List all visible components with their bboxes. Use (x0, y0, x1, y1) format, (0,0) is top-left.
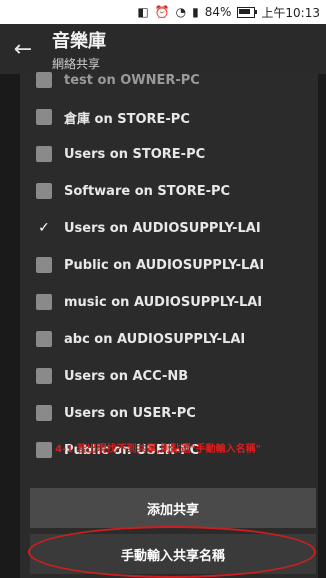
page-title: 音樂庫 (52, 30, 106, 52)
share-item-label: Public on AUDIOSUPPLY-LAI (64, 257, 265, 273)
status-bar: ◧ ⏰ ◔ ▮ 84% 上午10:13 (0, 0, 326, 24)
battery-percent: 84% (204, 5, 232, 19)
status-time: 上午10:13 (261, 5, 320, 20)
share-item[interactable]: 倉庫 on STORE-PC (20, 99, 318, 135)
checkbox-unchecked-icon[interactable] (36, 72, 52, 88)
tutorial-annotation: 4-1 若出現找不到共享,則點選"手動輸入名稱" (55, 444, 261, 455)
share-item-label: test on OWNER-PC (64, 72, 200, 88)
share-item[interactable]: test on OWNER-PC (20, 62, 318, 98)
share-item[interactable]: music on AUDIOSUPPLY-LAI (20, 284, 318, 320)
share-item-label: Software on STORE-PC (64, 183, 231, 199)
share-item[interactable]: ✓ Users on AUDIOSUPPLY-LAI (20, 210, 318, 246)
share-item[interactable]: Software on STORE-PC (20, 173, 318, 209)
checkbox-unchecked-icon[interactable] (36, 257, 52, 273)
share-picker-dialog: test on OWNER-PC 倉庫 on STORE-PC Users on S… (20, 72, 318, 578)
share-item-label: Users on USER-PC (64, 405, 196, 421)
checkbox-checked-icon[interactable]: ✓ (36, 220, 52, 236)
share-item-label: Users on STORE-PC (64, 146, 206, 162)
signal-icon: ▮ (192, 5, 199, 19)
share-item[interactable]: Public on AUDIOSUPPLY-LAI (20, 247, 318, 283)
share-item[interactable]: abc on AUDIOSUPPLY-LAI (20, 321, 318, 357)
checkbox-unchecked-icon[interactable] (36, 368, 52, 384)
share-item[interactable]: Users on STORE-PC (20, 136, 318, 172)
checkbox-unchecked-icon[interactable] (36, 146, 52, 162)
checkbox-unchecked-icon[interactable] (36, 405, 52, 421)
share-item-label: 倉庫 on STORE-PC (64, 111, 190, 127)
wifi-icon: ◔ (175, 5, 187, 19)
alarm-icon: ⏰ (154, 5, 170, 19)
nfc-icon: ◧ (137, 5, 149, 19)
share-item-label: abc on AUDIOSUPPLY-LAI (64, 331, 246, 347)
checkbox-unchecked-icon[interactable] (36, 294, 52, 310)
battery-icon (237, 6, 258, 18)
share-item-label: Users on AUDIOSUPPLY-LAI (64, 220, 261, 236)
checkbox-unchecked-icon[interactable] (36, 331, 52, 347)
share-item-label: Users on ACC-NB (64, 368, 189, 384)
add-share-button[interactable]: 添加共享 (30, 488, 316, 528)
share-item[interactable]: Users on ACC-NB (20, 358, 318, 394)
share-item-label: music on AUDIOSUPPLY-LAI (64, 294, 263, 310)
checkbox-unchecked-icon[interactable] (36, 109, 52, 125)
checkbox-unchecked-icon[interactable] (36, 183, 52, 199)
share-item[interactable]: Users on USER-PC (20, 395, 318, 431)
